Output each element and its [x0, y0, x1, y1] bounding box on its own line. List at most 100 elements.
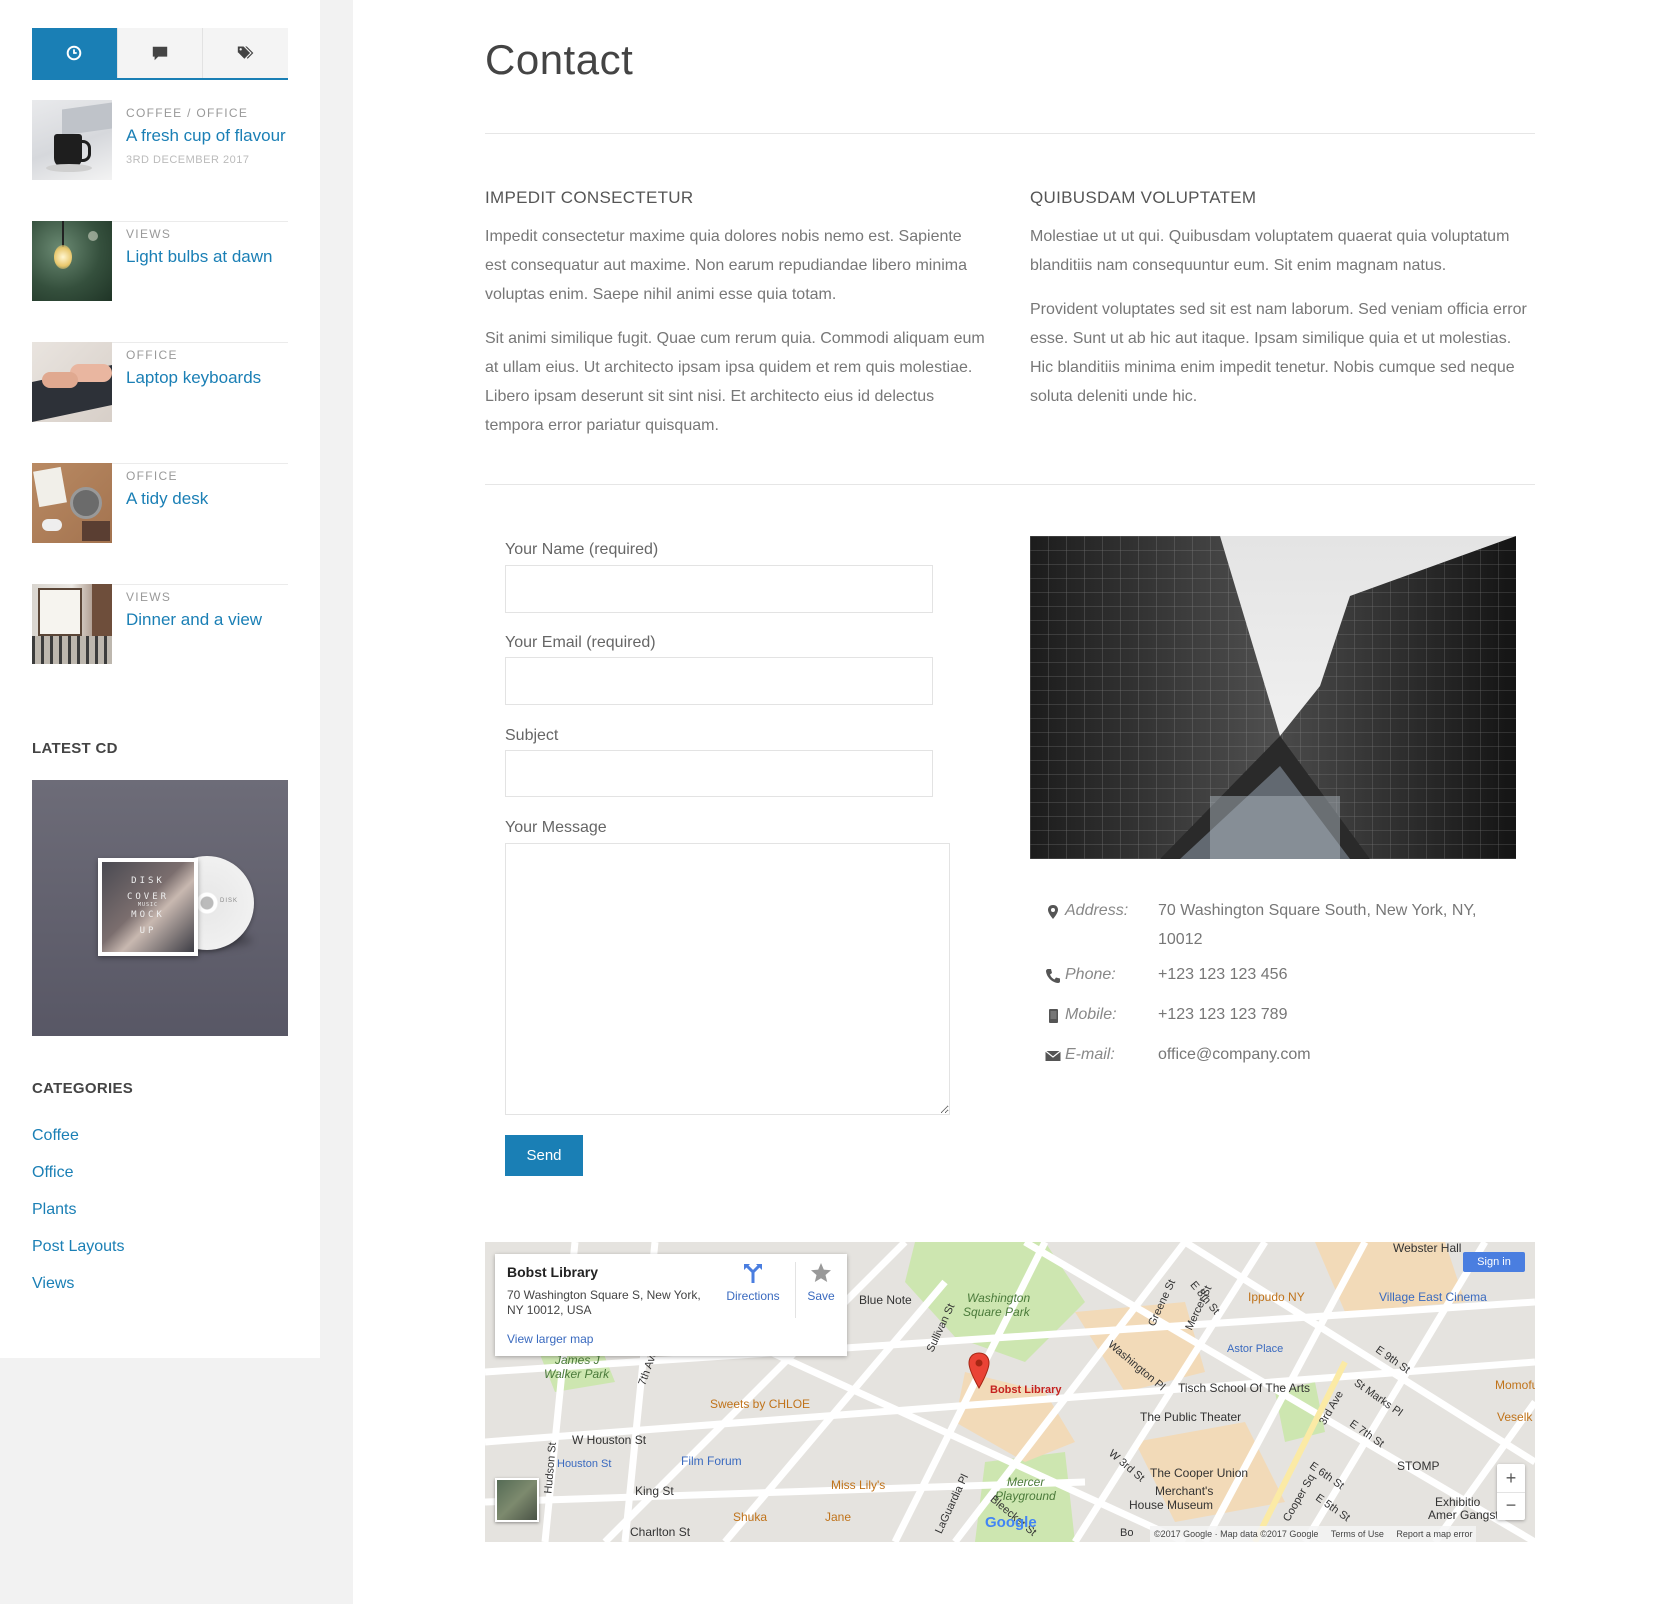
map-pin-icon[interactable] [967, 1352, 991, 1390]
map-label: Miss Lily's [831, 1478, 886, 1492]
cd-cover-line4: UP [139, 926, 157, 936]
list-item: VIEWS Light bulbs at dawn [32, 221, 288, 343]
view-larger-map-link[interactable]: View larger map [507, 1332, 593, 1346]
directions-button[interactable]: Directions [723, 1262, 783, 1303]
map-data-attribution: ©2017 Google · Map data ©2017 Google [1154, 1529, 1319, 1539]
latest-cd-title: LATEST CD [32, 740, 118, 757]
address-label: Address: [1065, 902, 1129, 919]
post-title[interactable]: Laptop keyboards [126, 368, 261, 388]
list-item: COFFEE / OFFICE A fresh cup of flavour 3… [32, 100, 288, 222]
email-label: Your Email (required) [505, 634, 656, 651]
sidebar-tabs [32, 28, 289, 80]
map-label: The Public Theater [1140, 1410, 1242, 1424]
tags-icon [237, 46, 254, 59]
category-link-office[interactable]: Office [32, 1164, 74, 1182]
building-photo [1030, 536, 1516, 859]
list-item: OFFICE Laptop keyboards [32, 342, 288, 464]
subject-label: Subject [505, 727, 559, 744]
post-title[interactable]: A fresh cup of flavour [126, 126, 286, 146]
building-photo-graphic [1030, 536, 1516, 859]
map-place-card: Bobst Library 70 Washington Square S, Ne… [495, 1254, 847, 1356]
divider [485, 133, 1535, 134]
save-place-button[interactable]: Save [801, 1262, 841, 1303]
tab-comments[interactable] [117, 28, 204, 78]
tab-recent[interactable] [32, 28, 118, 78]
column-1-paragraph-2: Sit animi similique fugit. Quae cum reru… [485, 330, 985, 434]
cd-cover-line1: DISK [131, 876, 165, 886]
card-divider [795, 1262, 796, 1318]
subject-input[interactable] [505, 750, 933, 797]
post-category[interactable]: OFFICE [126, 469, 178, 483]
message-textarea[interactable] [505, 843, 950, 1115]
mobile-label: Mobile: [1065, 1006, 1117, 1023]
column-title-2: QUIBUSDAM VOLUPTATEM [1030, 188, 1257, 207]
cd-cover-music: MUSIC [137, 902, 159, 908]
post-category[interactable]: COFFEE / OFFICE [126, 106, 248, 120]
zoom-in-button[interactable]: + [1497, 1464, 1525, 1492]
map-marker-icon [1048, 905, 1058, 919]
divider [485, 484, 1535, 485]
post-thumbnail[interactable] [32, 221, 112, 301]
directions-icon [744, 1264, 762, 1283]
mobile-icon [1049, 1009, 1058, 1023]
tab-tags[interactable] [203, 28, 289, 78]
map-label: Merchant's [1155, 1484, 1214, 1498]
address-value: 70 Washington Square South, New York, NY… [1158, 902, 1477, 948]
map-label: STOMP [1397, 1459, 1440, 1473]
category-link-views[interactable]: Views [32, 1275, 74, 1293]
post-thumbnail[interactable] [32, 463, 112, 543]
map-label: Village East Cinema [1379, 1290, 1487, 1304]
post-date: 3RD DECEMBER 2017 [126, 154, 250, 166]
name-label: Your Name (required) [505, 541, 659, 558]
map-attribution: ©2017 Google · Map data ©2017 Google Ter… [1150, 1526, 1477, 1542]
map-label: Charlton St [630, 1525, 691, 1539]
name-input[interactable] [505, 565, 933, 613]
map-label: Bo [1120, 1527, 1134, 1539]
post-title[interactable]: Light bulbs at dawn [126, 247, 273, 267]
map-label: Film Forum [681, 1454, 742, 1468]
map-place-name: Bobst Library [507, 1264, 599, 1280]
map-place-address-2: NY 10012, USA [507, 1303, 592, 1317]
main-content: Contact IMPEDIT CONSECTETUR Impedit cons… [353, 0, 1663, 1604]
map-label: Square Park [963, 1305, 1030, 1319]
comment-icon [152, 46, 168, 61]
save-label: Save [807, 1289, 835, 1303]
cd-cover-line3: MOCK [131, 910, 165, 920]
map-label: Veselk [1497, 1410, 1533, 1424]
phone-value: +123 123 123 456 [1158, 966, 1288, 983]
map-label: Mercer [1007, 1475, 1045, 1489]
map-label: Blue Note [859, 1293, 912, 1307]
post-title[interactable]: Dinner and a view [126, 610, 262, 630]
post-thumbnail[interactable] [32, 584, 112, 664]
sign-in-button[interactable]: Sign in [1463, 1252, 1525, 1272]
google-logo: Google [985, 1514, 1037, 1531]
star-icon [811, 1263, 831, 1282]
google-map[interactable]: Webster Hall Blue Note Washington Square… [485, 1242, 1535, 1542]
latest-cd-image[interactable]: DISK DISK COVER MUSIC MOCK UP [32, 780, 288, 1036]
post-category[interactable]: OFFICE [126, 348, 178, 362]
post-thumbnail[interactable] [32, 342, 112, 422]
email-value[interactable]: office@company.com [1158, 1040, 1498, 1069]
map-label: Walker Park [544, 1367, 610, 1381]
category-link-coffee[interactable]: Coffee [32, 1127, 79, 1145]
post-category[interactable]: VIEWS [126, 590, 171, 604]
terms-of-use-link[interactable]: Terms of Use [1331, 1529, 1384, 1539]
post-title[interactable]: A tidy desk [126, 489, 208, 509]
post-thumbnail[interactable] [32, 100, 112, 180]
email-input[interactable] [505, 657, 933, 705]
column-2-paragraph-2: Provident voluptates sed sit est nam lab… [1030, 301, 1527, 405]
cd-disc-text: DISK [220, 898, 239, 904]
send-button[interactable]: Send [505, 1135, 583, 1176]
satellite-view-toggle[interactable] [495, 1478, 539, 1522]
map-label: Washington [967, 1291, 1031, 1305]
zoom-out-button[interactable]: − [1497, 1492, 1525, 1521]
map-label: Jane [825, 1510, 852, 1524]
sidebar: COFFEE / OFFICE A fresh cup of flavour 3… [0, 0, 320, 1358]
category-link-post-layouts[interactable]: Post Layouts [32, 1238, 125, 1256]
category-link-plants[interactable]: Plants [32, 1201, 76, 1219]
message-label: Your Message [505, 819, 607, 836]
post-category[interactable]: VIEWS [126, 227, 171, 241]
map-label: Exhibitio [1435, 1495, 1481, 1509]
map-label: Astor Place [1227, 1343, 1284, 1355]
report-map-error-link[interactable]: Report a map error [1396, 1529, 1472, 1539]
